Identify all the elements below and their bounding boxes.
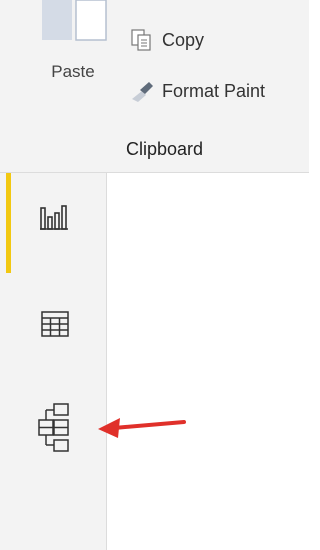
paste-icon [42,0,107,41]
clipboard-group-label: Clipboard [126,139,204,159]
bar-chart-icon [40,205,68,230]
format-painter-icon [132,82,153,102]
copy-icon [131,29,151,51]
format-painter-label: Format Paint [162,80,266,101]
red-arrow-icon [98,418,186,438]
left-nav [0,173,107,550]
nav-report-view[interactable] [0,173,106,273]
copy-label: Copy [162,29,205,50]
active-indicator [6,173,11,273]
copy-button[interactable]: Copy [130,25,204,55]
nav-model-view[interactable] [0,381,106,477]
model-diagram-icon [38,403,69,452]
nav-data-view[interactable] [0,277,106,373]
paste-label: Paste [51,62,95,81]
table-grid-icon [41,311,69,337]
ribbon: Paste Copy Format Paint Clipboard [0,0,309,173]
format-painter-button[interactable]: Format Paint [130,76,265,106]
paste-button[interactable]: Paste [34,0,112,112]
report-canvas[interactable] [107,173,309,550]
